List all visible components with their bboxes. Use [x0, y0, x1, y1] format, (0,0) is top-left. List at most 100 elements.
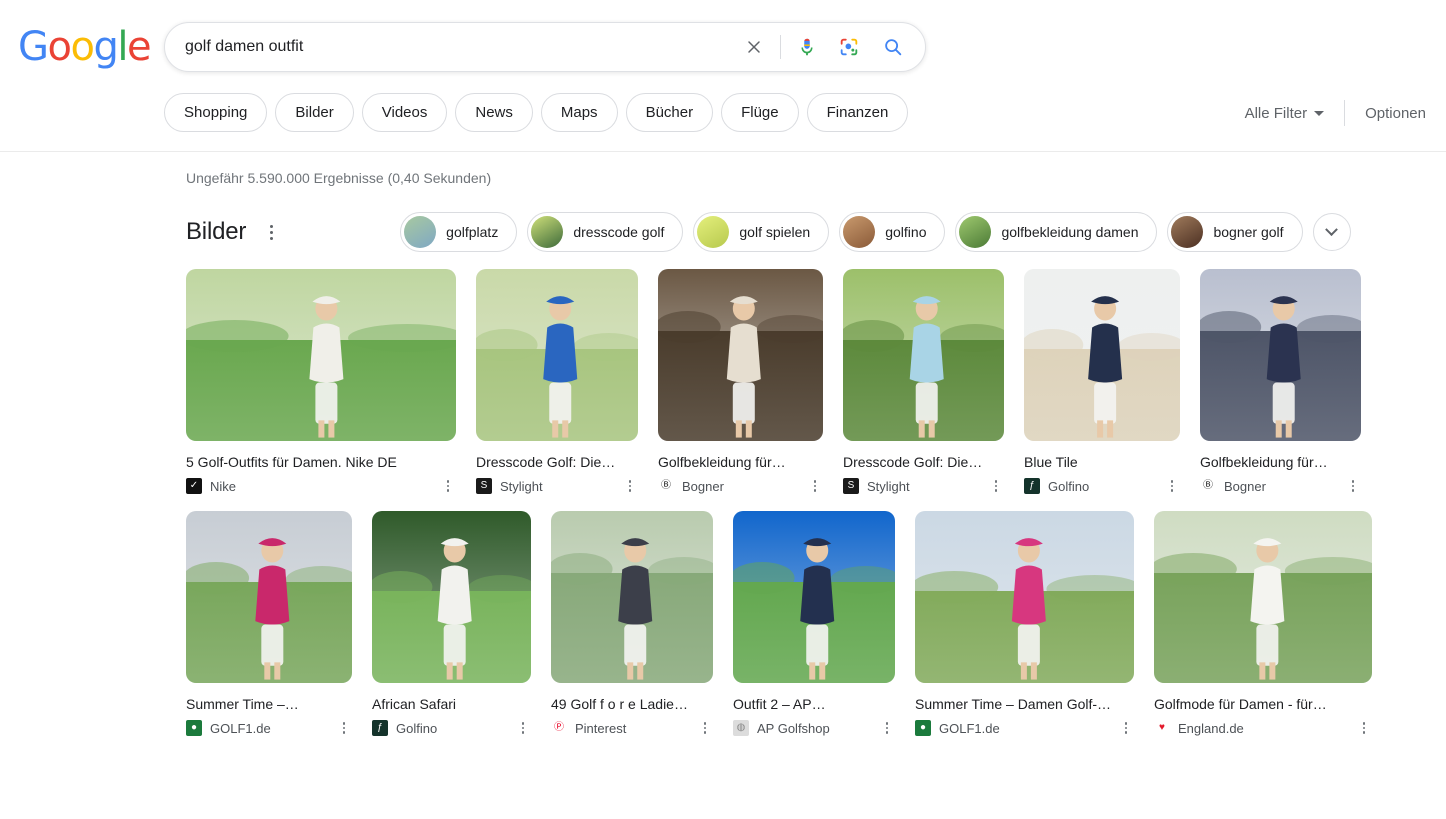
result-source-name[interactable]: GOLF1.de	[939, 721, 1112, 736]
result-source-name[interactable]: AP Golfshop	[757, 721, 873, 736]
result-more-options-icon[interactable]	[622, 477, 638, 495]
close-icon[interactable]	[742, 35, 766, 59]
result-thumbnail[interactable]	[1024, 269, 1180, 441]
search-header: Google golf damen outfit Shopping Bilder…	[0, 0, 1446, 152]
result-source-name[interactable]: Golfino	[396, 721, 509, 736]
related-search-chip[interactable]: golfino	[839, 212, 946, 252]
bogner-logo-icon: Ⓑ	[658, 478, 674, 494]
tab-label: Flüge	[741, 104, 779, 121]
result-source-name[interactable]: Stylight	[500, 479, 616, 494]
result-title[interactable]: Golfbekleidung für…	[658, 454, 823, 470]
result-source-name[interactable]: GOLF1.de	[210, 721, 330, 736]
result-title[interactable]: Golfbekleidung für…	[1200, 454, 1361, 470]
result-thumbnail[interactable]	[1154, 511, 1372, 683]
result-title[interactable]: African Safari	[372, 696, 531, 712]
image-result-card: African Safari ƒ Golfino	[372, 511, 531, 737]
section-more-options-icon[interactable]	[260, 219, 282, 245]
result-title[interactable]: 5 Golf-Outfits für Damen. Nike DE	[186, 454, 456, 470]
related-search-chip[interactable]: golfbekleidung damen	[955, 212, 1158, 252]
result-title[interactable]: Summer Time –…	[186, 696, 352, 712]
pinterest-logo-icon: Ⓟ	[551, 720, 567, 736]
result-more-options-icon[interactable]	[1356, 719, 1372, 737]
tab-label: Videos	[381, 104, 428, 121]
related-search-chip[interactable]: golfplatz	[400, 212, 518, 252]
logo-letter-o1: o	[47, 24, 72, 70]
result-thumbnail[interactable]	[476, 269, 638, 441]
result-stats: Ungefähr 5.590.000 Ergebnisse (0,40 Seku…	[186, 170, 492, 186]
golfino-logo-icon: ƒ	[372, 720, 388, 736]
google-logo[interactable]: Google	[18, 24, 152, 70]
related-search-chip[interactable]: dresscode golf	[527, 212, 684, 252]
result-more-options-icon[interactable]	[807, 477, 823, 495]
tab-label: News	[475, 104, 513, 121]
logo-letter-g: g	[93, 24, 118, 70]
chip-label: bogner golf	[1213, 224, 1284, 240]
tab-bilder[interactable]: Bilder	[275, 93, 354, 132]
result-source-name[interactable]: England.de	[1178, 721, 1350, 736]
result-thumbnail[interactable]	[186, 511, 352, 683]
logo-letter-G: G	[18, 24, 49, 70]
tab-fluege[interactable]: Flüge	[721, 93, 799, 132]
images-section-header: Bilder golfplatz dresscode golf golf spiel…	[186, 210, 1446, 254]
all-filters-label: Alle Filter	[1244, 104, 1308, 122]
result-source-name[interactable]: Golfino	[1048, 479, 1158, 494]
options-button[interactable]: Optionen	[1345, 105, 1426, 122]
image-result-card: Blue Tile ƒ Golfino	[1024, 269, 1180, 495]
logo-letter-e: e	[126, 24, 152, 70]
chip-label: golfplatz	[446, 224, 499, 240]
result-more-options-icon[interactable]	[336, 719, 352, 737]
result-more-options-icon[interactable]	[879, 719, 895, 737]
tab-label: Shopping	[184, 104, 248, 121]
tab-shopping[interactable]: Shopping	[164, 93, 268, 132]
result-thumbnail[interactable]	[551, 511, 713, 683]
tab-videos[interactable]: Videos	[361, 93, 448, 132]
google-lens-icon[interactable]	[837, 35, 861, 59]
result-thumbnail[interactable]	[915, 511, 1134, 683]
result-title[interactable]: Dresscode Golf: Die…	[843, 454, 1004, 470]
result-title[interactable]: Summer Time – Damen Golf-…	[915, 696, 1134, 712]
result-more-options-icon[interactable]	[440, 477, 456, 495]
related-searches: golfplatz dresscode golf golf spielen golfi…	[400, 212, 1351, 252]
tab-label: Bilder	[295, 104, 334, 121]
result-more-options-icon[interactable]	[988, 477, 1004, 495]
result-thumbnail[interactable]	[733, 511, 895, 683]
tab-finanzen[interactable]: Finanzen	[806, 93, 909, 132]
result-thumbnail[interactable]	[658, 269, 823, 441]
result-more-options-icon[interactable]	[515, 719, 531, 737]
tab-buecher[interactable]: Bücher	[625, 93, 714, 132]
result-source-name[interactable]: Stylight	[867, 479, 982, 494]
result-title[interactable]: Golfmode für Damen - für…	[1154, 696, 1372, 712]
related-search-chip[interactable]: bogner golf	[1167, 212, 1303, 252]
result-thumbnail[interactable]	[843, 269, 1004, 441]
result-thumbnail[interactable]	[1200, 269, 1361, 441]
search-type-tabs: Shopping Bilder Videos News Maps Bücher …	[164, 93, 909, 132]
result-thumbnail[interactable]	[186, 269, 456, 441]
related-search-chip[interactable]: golf spielen	[693, 212, 830, 252]
result-title[interactable]: Outfit 2 – AP…	[733, 696, 895, 712]
search-input[interactable]	[165, 37, 742, 57]
result-more-options-icon[interactable]	[1164, 477, 1180, 495]
result-more-options-icon[interactable]	[697, 719, 713, 737]
tab-maps[interactable]: Maps	[540, 93, 618, 132]
tab-news[interactable]: News	[455, 93, 533, 132]
result-source-name[interactable]: Pinterest	[575, 721, 691, 736]
result-title[interactable]: Dresscode Golf: Die…	[476, 454, 638, 470]
microphone-icon[interactable]	[795, 35, 819, 59]
result-title[interactable]: Blue Tile	[1024, 454, 1180, 470]
result-more-options-icon[interactable]	[1345, 477, 1361, 495]
result-title[interactable]: 49 Golf f o r e Ladie…	[551, 696, 713, 712]
image-result-card: Golfbekleidung für… Ⓑ Bogner	[1200, 269, 1361, 495]
search-icon[interactable]	[881, 35, 905, 59]
result-thumbnail[interactable]	[372, 511, 531, 683]
chevron-down-icon[interactable]	[1312, 213, 1351, 251]
all-filters-button[interactable]: Alle Filter	[1245, 105, 1345, 122]
search-bar[interactable]	[164, 22, 926, 72]
logo-letter-l: l	[117, 24, 128, 70]
result-source-name[interactable]: Nike	[210, 479, 434, 494]
result-source-row: S Stylight	[843, 477, 1004, 495]
result-source-name[interactable]: Bogner	[682, 479, 801, 494]
result-more-options-icon[interactable]	[1118, 719, 1134, 737]
result-source-name[interactable]: Bogner	[1224, 479, 1339, 494]
golfino-logo-icon: ƒ	[1024, 478, 1040, 494]
chip-thumbnail	[697, 216, 730, 248]
